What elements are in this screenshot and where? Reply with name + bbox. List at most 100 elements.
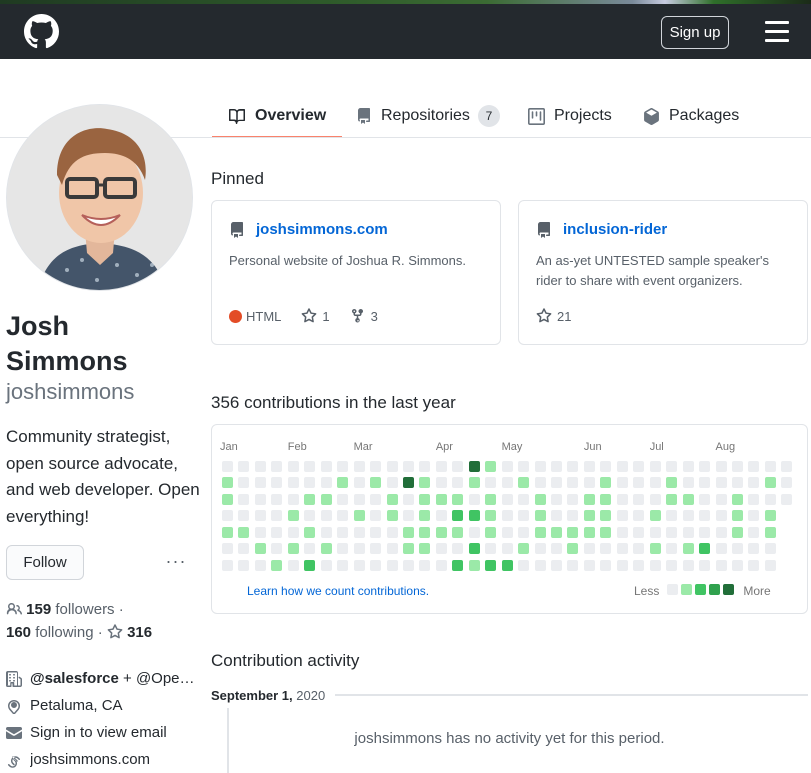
follow-button[interactable]: Follow (6, 545, 84, 580)
contribution-day-cell[interactable] (370, 510, 382, 522)
contribution-day-cell[interactable] (370, 461, 382, 472)
contribution-day-cell[interactable] (222, 461, 233, 472)
contribution-day-cell[interactable] (501, 477, 513, 489)
contribution-day-cell[interactable] (485, 461, 497, 472)
contribution-day-cell[interactable] (682, 559, 694, 571)
contribution-day-cell[interactable] (781, 461, 793, 472)
contribution-day-cell[interactable] (501, 461, 513, 472)
contribution-day-cell[interactable] (551, 461, 562, 472)
contribution-day-cell[interactable] (600, 493, 612, 505)
contribution-day-cell[interactable] (682, 510, 694, 522)
contribution-day-cell[interactable] (353, 493, 365, 505)
contribution-day-cell[interactable] (551, 543, 562, 555)
contribution-day-cell[interactable] (254, 510, 266, 522)
contribution-day-cell[interactable] (337, 493, 349, 505)
contribution-day-cell[interactable] (518, 510, 530, 522)
contribution-day-cell[interactable] (337, 543, 349, 555)
contribution-day-cell[interactable] (402, 477, 414, 489)
contribution-day-cell[interactable] (419, 461, 431, 472)
contribution-day-cell[interactable] (633, 477, 645, 489)
contribution-day-cell[interactable] (370, 559, 382, 571)
tab-projects[interactable]: Projects (528, 95, 612, 137)
contribution-day-cell[interactable] (699, 526, 711, 538)
repo-stars-link[interactable]: 21 (536, 308, 571, 324)
contribution-day-cell[interactable] (468, 559, 480, 571)
contribution-day-cell[interactable] (699, 477, 711, 489)
repo-forks-link[interactable]: 3 (350, 308, 378, 324)
contribution-day-cell[interactable] (583, 526, 595, 538)
contribution-day-cell[interactable] (682, 493, 694, 505)
contribution-day-cell[interactable] (386, 526, 398, 538)
contribution-day-cell[interactable] (485, 526, 497, 538)
contribution-day-cell[interactable] (534, 526, 546, 538)
contribution-day-cell[interactable] (337, 477, 349, 489)
contribution-day-cell[interactable] (222, 510, 233, 522)
contribution-day-cell[interactable] (600, 477, 612, 489)
contribution-day-cell[interactable] (518, 559, 530, 571)
contribution-day-cell[interactable] (287, 493, 299, 505)
contribution-day-cell[interactable] (649, 526, 661, 538)
contribution-day-cell[interactable] (271, 477, 283, 489)
contribution-day-cell[interactable] (452, 559, 464, 571)
repo-stars-link[interactable]: 1 (301, 308, 330, 324)
contribution-day-cell[interactable] (468, 493, 480, 505)
contribution-day-cell[interactable] (666, 543, 678, 555)
github-mark-icon[interactable] (24, 14, 59, 49)
contribution-day-cell[interactable] (320, 493, 332, 505)
contribution-day-cell[interactable] (616, 493, 628, 505)
contribution-day-cell[interactable] (419, 526, 431, 538)
contribution-day-cell[interactable] (600, 510, 612, 522)
contribution-day-cell[interactable] (271, 493, 283, 505)
contribution-day-cell[interactable] (764, 526, 776, 538)
contribution-day-cell[interactable] (649, 559, 661, 571)
contribution-day-cell[interactable] (304, 477, 316, 489)
contribution-day-cell[interactable] (452, 477, 464, 489)
website-link[interactable]: joshsimmons.com (30, 751, 150, 768)
contribution-day-cell[interactable] (287, 526, 299, 538)
contribution-day-cell[interactable] (567, 461, 579, 472)
contribution-day-cell[interactable] (353, 461, 365, 472)
contribution-day-cell[interactable] (715, 477, 727, 489)
contribution-day-cell[interactable] (518, 461, 530, 472)
contribution-day-cell[interactable] (616, 461, 628, 472)
contribution-day-cell[interactable] (551, 510, 562, 522)
contribution-day-cell[interactable] (402, 559, 414, 571)
contribution-day-cell[interactable] (271, 559, 283, 571)
contribution-day-cell[interactable] (616, 510, 628, 522)
contribution-day-cell[interactable] (649, 493, 661, 505)
contribution-day-cell[interactable] (699, 510, 711, 522)
contribution-day-cell[interactable] (764, 477, 776, 489)
contribution-day-cell[interactable] (715, 559, 727, 571)
contribution-day-cell[interactable] (452, 461, 464, 472)
contribution-day-cell[interactable] (238, 461, 250, 472)
repo-name-link[interactable]: joshsimmons.com (256, 221, 388, 238)
contribution-day-cell[interactable] (583, 559, 595, 571)
contribution-day-cell[interactable] (304, 493, 316, 505)
contribution-day-cell[interactable] (666, 526, 678, 538)
contribution-day-cell[interactable] (567, 493, 579, 505)
contribution-day-cell[interactable] (370, 477, 382, 489)
contribution-day-cell[interactable] (402, 526, 414, 538)
contribution-day-cell[interactable] (287, 559, 299, 571)
contribution-day-cell[interactable] (633, 543, 645, 555)
contribution-day-cell[interactable] (600, 543, 612, 555)
contribution-day-cell[interactable] (435, 461, 447, 472)
contribution-day-cell[interactable] (419, 559, 431, 571)
contribution-day-cell[interactable] (353, 477, 365, 489)
contribution-day-cell[interactable] (666, 493, 678, 505)
contribution-day-cell[interactable] (649, 543, 661, 555)
contribution-day-cell[interactable] (419, 543, 431, 555)
contribution-day-cell[interactable] (254, 559, 266, 571)
contribution-day-cell[interactable] (386, 477, 398, 489)
contribution-day-cell[interactable] (731, 526, 743, 538)
hamburger-icon[interactable] (765, 21, 789, 43)
contribution-day-cell[interactable] (402, 461, 414, 472)
contribution-day-cell[interactable] (238, 510, 250, 522)
contribution-day-cell[interactable] (353, 526, 365, 538)
following-link[interactable]: 160 following (6, 624, 94, 641)
contribution-day-cell[interactable] (238, 559, 250, 571)
organization-link[interactable]: @salesforce (30, 670, 119, 687)
contribution-day-cell[interactable] (616, 477, 628, 489)
contribution-day-cell[interactable] (715, 543, 727, 555)
contribution-day-cell[interactable] (386, 461, 398, 472)
